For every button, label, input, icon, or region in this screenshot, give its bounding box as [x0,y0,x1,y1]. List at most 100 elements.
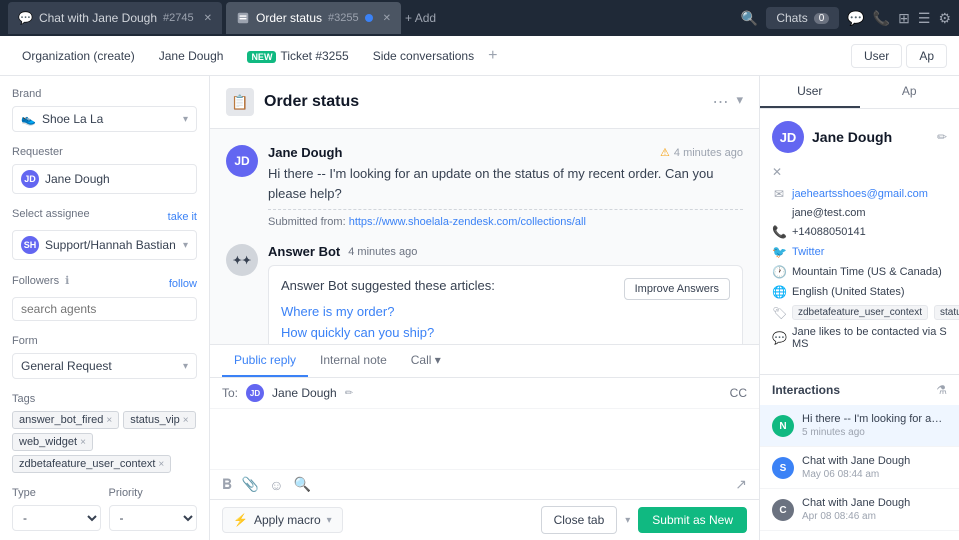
submitted-link[interactable]: https://www.shoelala-zendesk.com/collect… [349,216,586,228]
bot-links-list: Where is my order? How quickly can you s… [281,301,730,344]
ticket-link[interactable]: NEWTicket #3255 [237,43,358,69]
add-tab-button[interactable]: + Add [405,11,436,25]
interaction-item-3[interactable]: C Chat with Jane Dough Apr 08 08:46 am [760,489,959,531]
tag-web-widget[interactable]: web_widget × [12,433,93,451]
tab-user[interactable]: User [760,76,860,108]
tab-chat[interactable]: 💬 Chat with Jane Dough #2745 ✕ [8,2,222,34]
form-value: General Request [21,359,177,373]
close-contact-icon[interactable]: ✕ [772,165,782,179]
reply-to-row: To: JD Jane Dough ✏ CC [210,378,759,409]
tab-internal-note[interactable]: Internal note [308,345,399,377]
tab-order-status[interactable]: Order status #3255 ✕ [226,2,401,34]
message-item: JD Jane Dough ⚠ 4 minutes ago Hi there -… [226,145,743,228]
interaction-title-2: Chat with Jane Dough [802,455,947,467]
chat-bubble-icon[interactable]: 💬 [847,10,864,27]
interaction-content-3: Chat with Jane Dough Apr 08 08:46 am [802,497,947,522]
collapse-icon[interactable]: ▾ [736,92,743,112]
chats-button[interactable]: Chats 0 [766,7,839,29]
cc-button[interactable]: CC [730,386,747,400]
list-icon[interactable]: ☰ [918,10,931,27]
tag-close-icon[interactable]: × [158,459,164,470]
interaction-badge-1: N [772,415,794,437]
take-it-link[interactable]: take it [168,211,197,223]
tag-close-icon[interactable]: × [183,415,189,426]
grid-icon[interactable]: ⊞ [898,10,910,27]
tab-call[interactable]: Call ▾ [399,345,453,377]
reply-toolbar: 𝐁 📎 ☺ 🔍 ↗ [210,469,759,499]
bot-link-1[interactable]: Where is my order? [281,304,394,319]
form-field[interactable]: General Request ▾ [12,353,197,379]
to-name: Jane Dough [272,386,337,400]
bold-icon[interactable]: 𝐁 [222,476,232,493]
tags-label: Tags [12,393,197,405]
brand-field[interactable]: 👟 Shoe La La ▾ [12,106,197,132]
assignee-field[interactable]: SH Support/Hannah Bastian ▾ [12,230,197,260]
brand-chevron-icon: ▾ [183,114,188,125]
search-icon[interactable]: 🔍 [741,10,758,27]
apply-macro-button[interactable]: ⚡ Apply macro ▾ [222,507,343,533]
requester-field[interactable]: JD Jane Dough [12,164,197,194]
submit-button[interactable]: Submit as New [638,507,747,533]
user-tab-button[interactable]: User [851,44,902,68]
tag-zdbeta[interactable]: zdbetafeature_user_context × [12,455,171,473]
org-create-link[interactable]: Organization (create) [12,43,145,69]
side-conversations-link[interactable]: Side conversations [363,43,484,69]
attachment-icon[interactable]: 📎 [242,476,259,493]
interaction-item-4[interactable]: C hello i need help - when will i get my… [760,531,959,540]
language-value: English (United States) [792,286,905,298]
assignee-label: Select assignee [12,208,90,220]
tab-public-reply[interactable]: Public reply [222,345,308,377]
followers-section: Followers ℹ follow [12,274,197,321]
tag-close-icon[interactable]: × [80,437,86,448]
brand-value: Shoe La La [42,112,177,126]
assignee-avatar: SH [21,236,39,254]
form-label: Form [12,335,197,347]
bot-suggestion: Answer Bot suggested these articles: Imp… [268,265,743,344]
phone-icon[interactable]: 📞 [873,10,890,27]
right-sidebar: User Ap JD Jane Dough ✏ ✕ ✉ jaeheartssho… [759,76,959,540]
more-reply-icon[interactable]: ↗ [735,476,747,493]
bot-link-2[interactable]: How quickly can you ship? [281,325,434,340]
tag-status-vip[interactable]: status_vip × [123,411,195,429]
filter-icon[interactable]: ⚗ [936,383,947,397]
tab-order-close[interactable]: ✕ [383,13,391,24]
tag-close-icon[interactable]: × [106,415,112,426]
tab-chat-label: Chat with Jane Dough [39,11,157,25]
search-content-icon[interactable]: 🔍 [294,476,311,493]
globe-icon: 🌐 [772,285,786,299]
follow-link[interactable]: follow [169,278,197,290]
close-tab-button[interactable]: Close tab [541,506,618,534]
status-dot [365,14,373,22]
interaction-item-2[interactable]: S Chat with Jane Dough May 06 08:44 am [760,447,959,489]
emoji-icon[interactable]: ☺ [269,477,283,493]
type-select[interactable]: - [12,505,101,531]
dropdown-arrow-icon[interactable]: ▾ [625,515,630,526]
app-tab-button[interactable]: Ap [906,44,947,68]
apps-icon[interactable]: ⚙ [938,10,951,27]
priority-select[interactable]: - [109,505,198,531]
edit-icon[interactable]: ✏ [345,388,353,399]
language-row: 🌐 English (United States) [772,285,947,299]
bot-link-item: Where is my order? [281,301,730,322]
bot-link-item: How quickly can you ship? [281,322,730,343]
plus-button[interactable]: + [488,47,497,65]
interaction-content-2: Chat with Jane Dough May 06 08:44 am [802,455,947,480]
profile-avatar: JD [772,121,804,153]
more-options-icon[interactable]: ⋯ [712,92,728,112]
email2-row: jane@test.com [772,207,947,219]
reply-input[interactable] [210,409,759,469]
chats-label: Chats [776,11,807,25]
sms-row: 💬 Jane likes to be contacted via SMS [772,326,947,350]
tag-answer-bot[interactable]: answer_bot_fired × [12,411,119,429]
search-agents-input[interactable] [12,297,197,321]
ticket-title: Order status [264,93,359,111]
user-link[interactable]: Jane Dough [149,43,234,69]
assignee-value: Support/Hannah Bastian [45,238,177,252]
interaction-item-1[interactable]: N Hi there -- I'm looking for an update … [760,405,959,447]
top-bar: 💬 Chat with Jane Dough #2745 ✕ Order sta… [0,0,959,36]
edit-profile-icon[interactable]: ✏ [937,130,947,144]
improve-answers-button[interactable]: Improve Answers [624,278,730,300]
tab-chat-close[interactable]: ✕ [204,13,212,24]
reply-area: Public reply Internal note Call ▾ To: JD… [210,344,759,540]
tab-ap[interactable]: Ap [860,76,959,108]
